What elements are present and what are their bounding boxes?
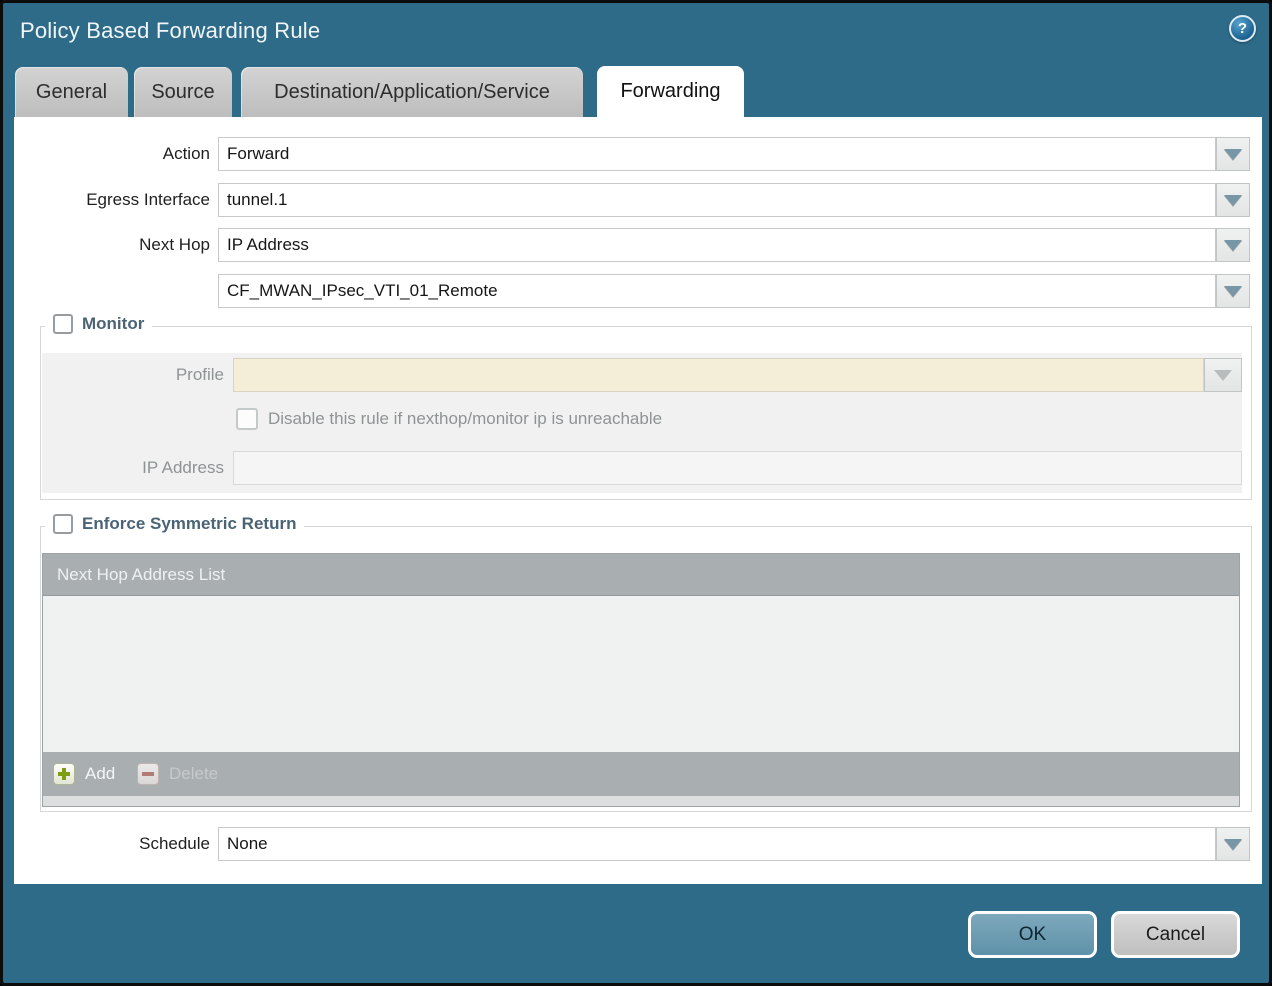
- cancel-button[interactable]: Cancel: [1111, 911, 1240, 958]
- monitor-title: Monitor: [82, 314, 144, 334]
- tab-label: General: [15, 67, 128, 117]
- profile-select: [233, 358, 1204, 392]
- enforce-symmetric-return-title: Enforce Symmetric Return: [82, 514, 296, 534]
- egress-interface-dropdown-button[interactable]: [1216, 183, 1250, 217]
- chevron-down-icon: [1224, 839, 1242, 850]
- minus-icon: [137, 763, 159, 785]
- monitor-checkbox[interactable]: [53, 314, 73, 334]
- next-hop-type-dropdown-button[interactable]: [1216, 228, 1250, 262]
- tab-source[interactable]: Source: [134, 67, 232, 117]
- egress-interface-label: Egress Interface: [14, 183, 210, 217]
- chevron-down-icon: [1224, 149, 1242, 160]
- table-bottom-strip: [43, 796, 1239, 806]
- chevron-down-icon: [1214, 370, 1232, 381]
- egress-interface-row: Egress Interface: [14, 183, 1262, 217]
- schedule-select[interactable]: [218, 827, 1216, 861]
- forwarding-tab-panel: Action Egress Interface Next Hop: [14, 117, 1262, 884]
- disable-rule-checkbox: [236, 408, 258, 430]
- action-dropdown-button[interactable]: [1216, 137, 1250, 171]
- plus-icon[interactable]: [53, 763, 75, 785]
- enforce-symmetric-return-checkbox[interactable]: [53, 514, 73, 534]
- next-hop-address-row: [14, 274, 1262, 308]
- monitor-legend: Monitor: [45, 314, 152, 334]
- next-hop-type-select[interactable]: [218, 228, 1216, 262]
- tab-destination-application-service[interactable]: Destination/Application/Service: [241, 67, 583, 117]
- schedule-dropdown-button[interactable]: [1216, 827, 1250, 861]
- policy-based-forwarding-rule-dialog: Policy Based Forwarding Rule ? General S…: [0, 0, 1272, 986]
- chevron-down-icon: [1224, 286, 1242, 297]
- next-hop-address-list-header: Next Hop Address List: [43, 554, 1239, 596]
- monitor-ip-address-label: IP Address: [42, 451, 224, 485]
- next-hop-row: Next Hop: [14, 228, 1262, 262]
- schedule-row: Schedule: [14, 827, 1262, 861]
- tab-general[interactable]: General: [15, 67, 128, 117]
- chevron-down-icon: [1224, 240, 1242, 251]
- enforce-symmetric-return-group: Enforce Symmetric Return Next Hop Addres…: [40, 526, 1252, 812]
- tab-label: Source: [134, 67, 232, 117]
- profile-label: Profile: [42, 358, 224, 392]
- help-icon[interactable]: ?: [1229, 15, 1256, 42]
- disable-rule-label: Disable this rule if nexthop/monitor ip …: [268, 402, 662, 436]
- action-label: Action: [14, 137, 210, 171]
- schedule-label: Schedule: [14, 827, 210, 861]
- enforce-symmetric-return-legend: Enforce Symmetric Return: [45, 514, 304, 534]
- profile-dropdown-button: [1204, 358, 1242, 392]
- chevron-down-icon: [1224, 195, 1242, 206]
- next-hop-address-select[interactable]: [218, 274, 1216, 308]
- monitor-panel: Profile Disable this rule if nexthop/mon…: [42, 353, 1242, 493]
- next-hop-label: Next Hop: [14, 228, 210, 262]
- action-row: Action: [14, 137, 1262, 171]
- dialog-title: Policy Based Forwarding Rule: [20, 18, 320, 44]
- next-hop-address-dropdown-button[interactable]: [1216, 274, 1250, 308]
- next-hop-address-list-body[interactable]: [43, 596, 1239, 752]
- tab-label: Destination/Application/Service: [241, 67, 583, 117]
- ok-button[interactable]: OK: [968, 911, 1097, 958]
- tab-forwarding[interactable]: Forwarding: [597, 66, 744, 117]
- action-select[interactable]: [218, 137, 1216, 171]
- monitor-ip-address-input: [233, 451, 1242, 485]
- delete-button: Delete: [169, 752, 218, 796]
- egress-interface-select[interactable]: [218, 183, 1216, 217]
- next-hop-address-list-toolbar: Add Delete: [43, 752, 1239, 796]
- monitor-group: Monitor Profile Disable this rule if nex…: [40, 326, 1252, 500]
- add-button[interactable]: Add: [85, 752, 115, 796]
- tab-label: Forwarding: [597, 66, 744, 116]
- next-hop-address-list-table: Next Hop Address List Add Delete: [42, 553, 1240, 807]
